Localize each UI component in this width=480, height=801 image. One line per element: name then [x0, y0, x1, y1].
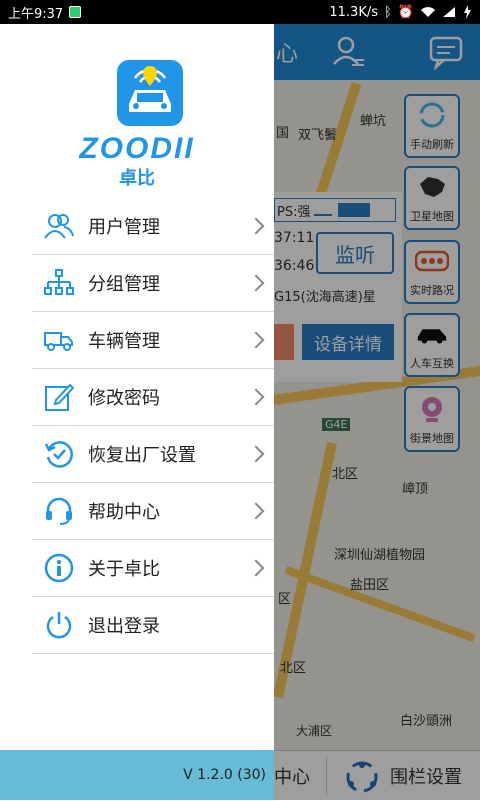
menu-item-vehicle-management[interactable]: 车辆管理 [32, 312, 274, 369]
edit-icon [44, 382, 74, 412]
drawer-menu: 用户管理 分组管理 车辆管理 修改密码 恢复出厂设置 帮助中心 关于卓比 退出登… [32, 198, 274, 654]
power-icon [44, 610, 74, 640]
chevron-right-icon [247, 331, 265, 349]
drawer-footer: V 1.2.0 (30) [0, 750, 274, 800]
chevron-right-icon [247, 388, 265, 406]
menu-item-user-management[interactable]: 用户管理 [32, 198, 274, 255]
alarm-icon: ⏰ [397, 4, 414, 20]
logo-chinese-name: 卓比 [119, 168, 155, 189]
signal-icon [443, 7, 455, 17]
logo-wordmark: ZOODII [79, 132, 195, 165]
truck-icon [44, 325, 74, 355]
chevron-right-icon [247, 217, 265, 235]
navigation-drawer: ZOODII 卓比 用户管理 分组管理 车辆管理 修改密码 恢复出厂设置 帮助中… [0, 24, 274, 800]
wifi-icon [421, 7, 435, 17]
menu-item-help-center[interactable]: 帮助中心 [32, 483, 274, 540]
users-icon [44, 211, 74, 241]
chevron-right-icon [247, 559, 265, 577]
headset-icon [44, 496, 74, 526]
menu-item-group-management[interactable]: 分组管理 [32, 255, 274, 312]
chevron-right-icon [247, 445, 265, 463]
menu-item-logout[interactable]: 退出登录 [32, 597, 274, 654]
chevron-right-icon [247, 274, 265, 292]
bluetooth-icon: ᛒ [384, 4, 392, 20]
menu-item-factory-reset[interactable]: 恢复出厂设置 [32, 426, 274, 483]
app-logo-icon [117, 60, 183, 126]
menu-item-about[interactable]: 关于卓比 [32, 540, 274, 597]
drawer-scrim[interactable] [274, 24, 480, 800]
brand-logo: ZOODII 卓比 [0, 24, 274, 204]
notification-icon [69, 6, 82, 18]
info-icon [44, 553, 74, 583]
network-speed: 11.3K/s [329, 4, 378, 20]
chevron-right-icon [247, 502, 265, 520]
status-time: 上午9:37 [8, 6, 64, 22]
app-version: V 1.2.0 (30) [183, 767, 266, 783]
menu-item-change-password[interactable]: 修改密码 [32, 369, 274, 426]
org-chart-icon [44, 268, 74, 298]
battery-icon [464, 5, 471, 19]
status-bar: 上午9:37 11.3K/s ᛒ ⏰ [0, 0, 480, 24]
restore-icon [44, 439, 74, 469]
